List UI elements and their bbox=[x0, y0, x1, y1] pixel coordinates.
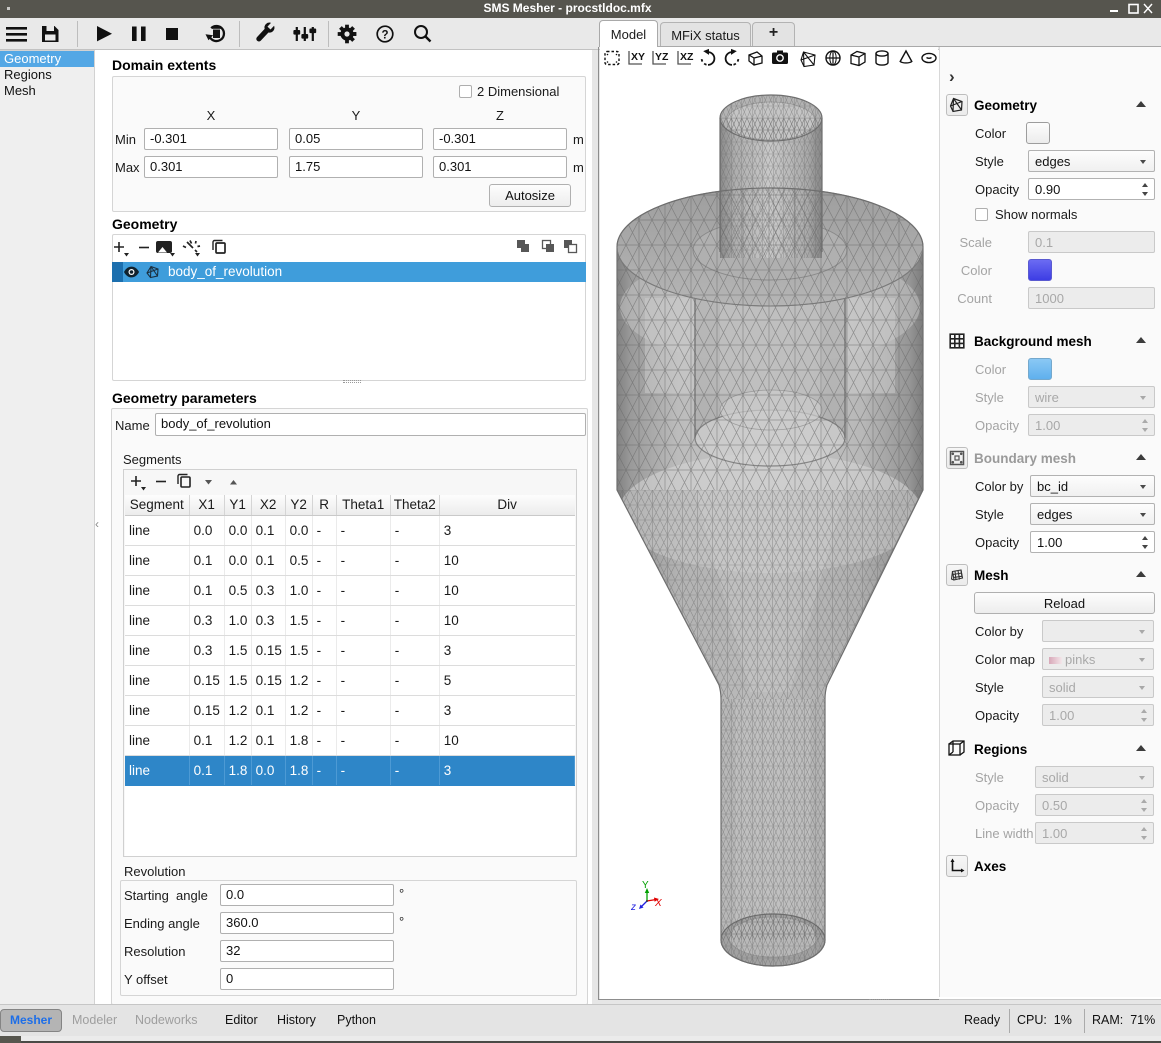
svg-text:X: X bbox=[654, 898, 662, 909]
svg-text:z: z bbox=[630, 902, 636, 913]
svg-text:XY: XY bbox=[631, 51, 645, 63]
svg-text:YZ: YZ bbox=[655, 51, 669, 63]
svg-text:XZ: XZ bbox=[680, 51, 694, 63]
svg-text:?: ? bbox=[381, 29, 388, 41]
svg-text:Y: Y bbox=[642, 880, 649, 891]
